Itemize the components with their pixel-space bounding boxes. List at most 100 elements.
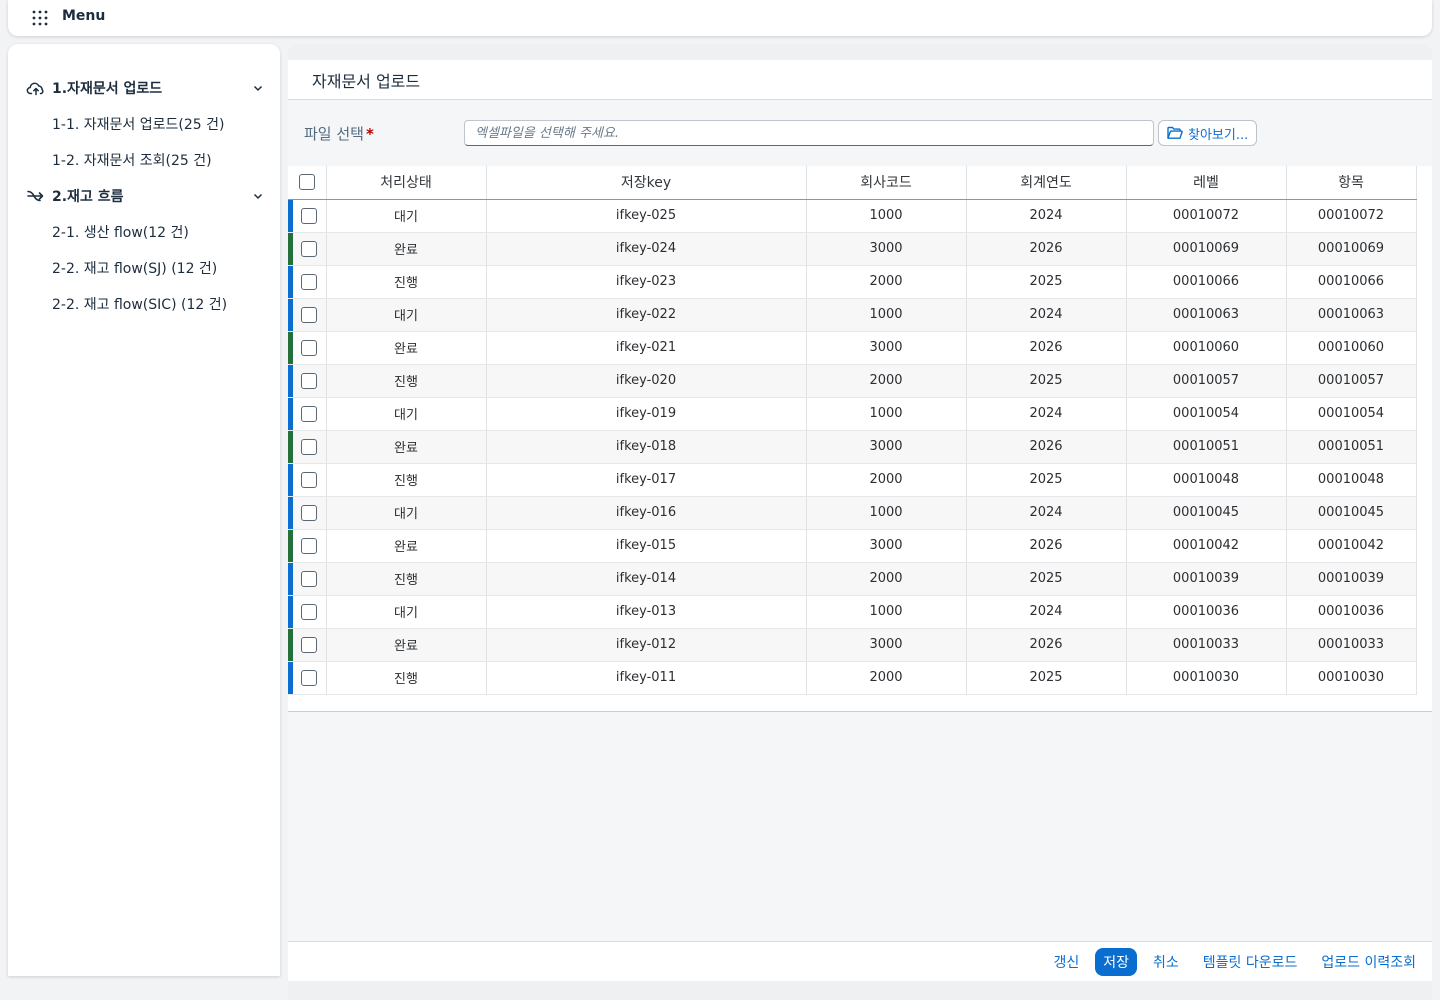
sidebar-group-label: 1.자재문서 업로드 (52, 81, 163, 97)
table-filler (288, 694, 1432, 711)
cell-company: 3000 (806, 430, 967, 463)
table-row[interactable]: 진행 ifkey-017 2000 2025 00010048 00010048 (288, 463, 1417, 496)
cell-item: 00010030 (1286, 661, 1417, 694)
upload-history-button[interactable]: 업로드 이력조회 (1321, 952, 1416, 972)
row-checkbox[interactable] (300, 240, 317, 257)
cell-item: 00010039 (1286, 562, 1417, 595)
table-row[interactable]: 진행 ifkey-011 2000 2025 00010030 00010030 (288, 661, 1417, 694)
table-row[interactable]: 완료 ifkey-021 3000 2026 00010060 00010060 (288, 331, 1417, 364)
table-row[interactable]: 완료 ifkey-012 3000 2026 00010033 00010033 (288, 628, 1417, 661)
row-checkbox[interactable] (300, 405, 317, 422)
row-checkbox[interactable] (300, 537, 317, 554)
cell-key: ifkey-017 (486, 463, 807, 496)
table-row[interactable]: 대기 ifkey-019 1000 2024 00010054 00010054 (288, 397, 1417, 430)
file-select-label: 파일 선택 * (304, 124, 374, 143)
table-row[interactable]: 완료 ifkey-024 3000 2026 00010069 00010069 (288, 232, 1417, 265)
shell-bar: Menu (8, 0, 1432, 36)
status-indicator (288, 496, 293, 529)
col-header-item[interactable]: 항목 (1286, 166, 1417, 200)
sidebar-item-material-upload[interactable]: 1-1. 자재문서 업로드(25 건) (8, 106, 280, 142)
cell-key: ifkey-024 (486, 232, 807, 265)
row-checkbox[interactable] (300, 669, 317, 686)
cancel-button[interactable]: 취소 (1153, 952, 1179, 972)
cell-company: 2000 (806, 364, 967, 397)
save-button[interactable]: 저장 (1095, 947, 1137, 976)
cell-status: 대기 (326, 595, 487, 628)
row-select-cell (288, 364, 327, 397)
col-header-company[interactable]: 회사코드 (806, 166, 967, 200)
cell-level: 00010048 (1126, 463, 1287, 496)
menu-button[interactable]: Menu (8, 0, 105, 36)
row-select-cell (288, 661, 327, 694)
status-indicator (288, 331, 293, 364)
sidebar-item-inventory-flow-sj[interactable]: 2-2. 재고 flow(SJ) (12 건) (8, 250, 280, 286)
cell-year: 2026 (966, 331, 1127, 364)
cell-status: 완료 (326, 529, 487, 562)
chevron-down-icon[interactable] (252, 190, 264, 202)
data-table: 처리상태 저장key 회사코드 회계연도 레벨 항목 대기 ifkey-025 10… (288, 166, 1417, 695)
cell-status: 완료 (326, 331, 487, 364)
app-grid-icon (32, 10, 48, 26)
cell-item: 00010063 (1286, 298, 1417, 331)
table-row[interactable]: 대기 ifkey-022 1000 2024 00010063 00010063 (288, 298, 1417, 331)
row-checkbox[interactable] (300, 306, 317, 323)
chevron-down-icon[interactable] (252, 82, 264, 94)
template-download-button[interactable]: 템플릿 다운로드 (1203, 952, 1298, 972)
col-header-status[interactable]: 처리상태 (326, 166, 487, 200)
row-checkbox[interactable] (300, 603, 317, 620)
cell-company: 2000 (806, 661, 967, 694)
cell-item: 00010033 (1286, 628, 1417, 661)
sidebar-item-material-inquiry[interactable]: 1-2. 자재문서 조회(25 건) (8, 142, 280, 178)
table-row[interactable]: 대기 ifkey-025 1000 2024 00010072 00010072 (288, 199, 1417, 232)
col-header-level[interactable]: 레벨 (1126, 166, 1287, 200)
row-checkbox[interactable] (300, 636, 317, 653)
file-select-row: 파일 선택* 찾아보기... (288, 100, 1432, 166)
cell-status: 완료 (326, 232, 487, 265)
sidebar-item-inventory-flow-sic[interactable]: 2-2. 재고 flow(SIC) (12 건) (8, 286, 280, 322)
row-checkbox[interactable] (300, 339, 317, 356)
cell-year: 2026 (966, 628, 1127, 661)
col-header-key[interactable]: 저장key (486, 166, 807, 200)
cell-level: 00010039 (1126, 562, 1287, 595)
sidebar-group-material-upload[interactable]: 1.자재문서 업로드 (8, 70, 280, 106)
cell-year: 2024 (966, 397, 1127, 430)
select-all-checkbox[interactable] (298, 174, 315, 191)
row-checkbox[interactable] (300, 207, 317, 224)
sidebar-item-production-flow[interactable]: 2-1. 생산 flow(12 건) (8, 214, 280, 250)
browse-button-label: 찾아보기... (1188, 127, 1249, 143)
cell-level: 00010051 (1126, 430, 1287, 463)
table-header-row: 처리상태 저장key 회사코드 회계연도 레벨 항목 (288, 166, 1417, 200)
cell-year: 2025 (966, 364, 1127, 397)
cell-level: 00010072 (1126, 199, 1287, 232)
table-row[interactable]: 대기 ifkey-013 1000 2024 00010036 00010036 (288, 595, 1417, 628)
row-checkbox[interactable] (300, 438, 317, 455)
file-path-input[interactable] (464, 120, 1154, 146)
cell-key: ifkey-016 (486, 496, 807, 529)
cell-item: 00010054 (1286, 397, 1417, 430)
table-row[interactable]: 진행 ifkey-023 2000 2025 00010066 00010066 (288, 265, 1417, 298)
browse-button[interactable]: 찾아보기... (1158, 120, 1258, 146)
row-checkbox[interactable] (300, 471, 317, 488)
row-checkbox[interactable] (300, 504, 317, 521)
table-row[interactable]: 완료 ifkey-018 3000 2026 00010051 00010051 (288, 430, 1417, 463)
table-row[interactable]: 완료 ifkey-015 3000 2026 00010042 00010042 (288, 529, 1417, 562)
col-header-year[interactable]: 회계연도 (966, 166, 1127, 200)
cell-status: 대기 (326, 199, 487, 232)
table-row[interactable]: 진행 ifkey-020 2000 2025 00010057 00010057 (288, 364, 1417, 397)
table-row[interactable]: 대기 ifkey-016 1000 2024 00010045 00010045 (288, 496, 1417, 529)
cell-level: 00010066 (1126, 265, 1287, 298)
row-checkbox[interactable] (300, 570, 317, 587)
cell-level: 00010057 (1126, 364, 1287, 397)
cell-year: 2025 (966, 661, 1127, 694)
cell-key: ifkey-022 (486, 298, 807, 331)
row-checkbox[interactable] (300, 372, 317, 389)
status-indicator (288, 232, 293, 265)
sidebar-group-inventory-flow[interactable]: 2.재고 흐름 (8, 178, 280, 214)
flow-arrow-icon (26, 186, 46, 206)
main-bottom-strip (288, 981, 1432, 1000)
table-row[interactable]: 진행 ifkey-014 2000 2025 00010039 00010039 (288, 562, 1417, 595)
row-select-cell (288, 628, 327, 661)
cell-status: 완료 (326, 430, 487, 463)
refresh-button[interactable]: 갱신 (1053, 952, 1079, 972)
row-checkbox[interactable] (300, 273, 317, 290)
